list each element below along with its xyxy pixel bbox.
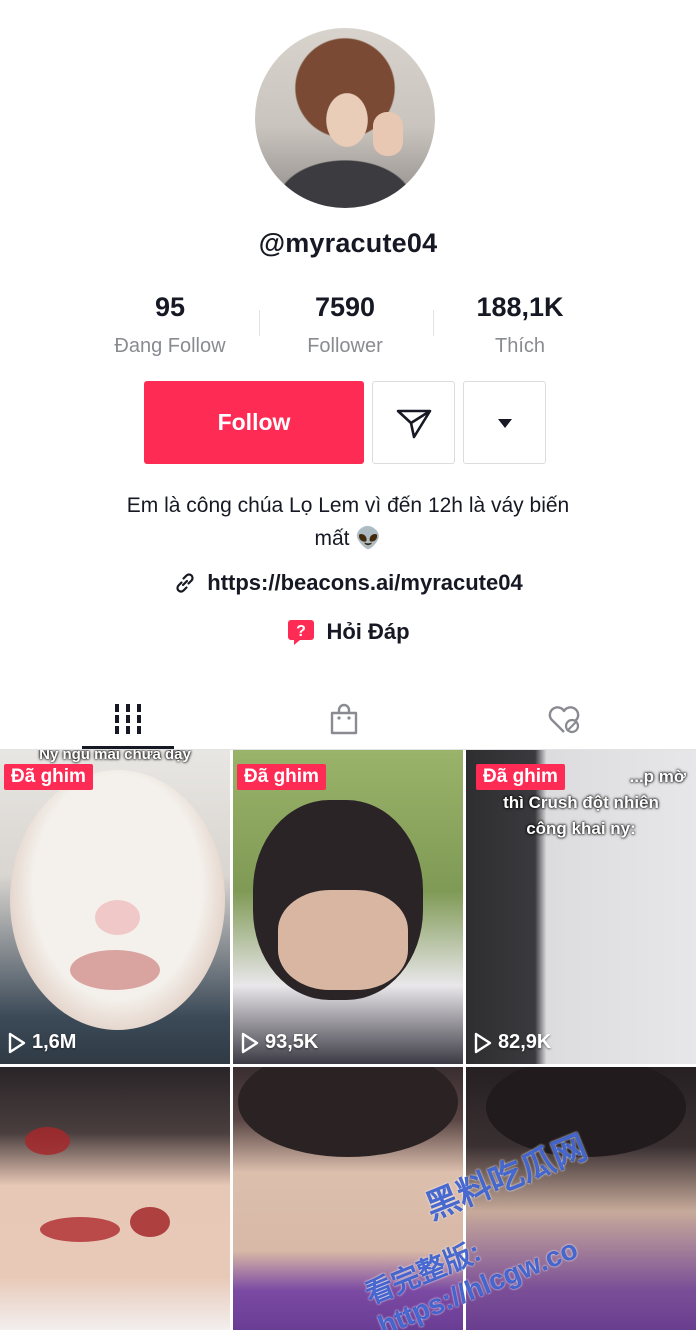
profile-tabs [0,688,696,750]
video-thumbnail[interactable]: Ny ngủ mãi chưa dậy Đã ghim 1,6M [0,750,230,1064]
view-count-value: 1,6M [32,1031,77,1053]
bio-link-text: https://beacons.ai/myracute04 [207,570,523,595]
view-count-value: 82,9K [498,1031,552,1053]
pinned-badge: Đã ghim [237,764,326,790]
video-caption-line: công khai ny: [526,819,636,838]
bio-line: Em là công chúa Lọ Lem vì đến 12h là váy… [126,494,570,517]
stat-followers-label: Follower [307,335,383,357]
avatar-hand [373,112,403,156]
stat-divider [433,310,434,336]
video-caption-line: thì Crush đột nhiên [503,793,659,812]
shopping-bag-icon [330,703,358,735]
link-icon [176,573,194,593]
profile-avatar[interactable] [255,28,435,208]
message-button[interactable] [372,381,455,464]
play-icon [8,1032,26,1053]
bio: Em là công chúa Lọ Lem vì đến 12h là váy… [40,489,656,555]
bio-link[interactable]: https://beacons.ai/myracute04 [0,570,696,596]
view-count: 93,5K [241,1031,318,1054]
thumbnail-hands [278,890,408,990]
thumbnail-mark [25,1127,70,1155]
view-count: 1,6M [8,1031,76,1054]
tab-videos[interactable] [12,688,244,750]
send-icon [396,409,431,438]
view-count-value: 93,5K [265,1031,319,1053]
pinned-badge: Đã ghim [476,764,565,790]
more-options-button[interactable] [463,381,546,464]
view-count: 82,9K [474,1031,551,1054]
stat-following-label: Đang Follow [114,335,226,357]
play-icon [474,1032,492,1053]
stat-divider [259,310,260,336]
bio-line: mất 👽 [314,527,382,550]
thumbnail-hair [238,1067,458,1157]
video-thumbnail[interactable]: ...p mờ thì Crush đột nhiên công khai ny… [466,750,696,1064]
pinned-badge: Đã ghim [4,764,93,790]
qa-button[interactable]: ? Hỏi Đáp [0,618,696,646]
stat-likes-label: Thích [494,335,546,357]
question-icon: ? [288,620,315,645]
thumbnail-lips [70,950,160,990]
stat-following[interactable]: 95 Đang Follow [90,292,250,358]
video-thumbnail[interactable]: Đã ghim 93,5K [233,750,463,1064]
thumbnail-mark [130,1207,170,1237]
thumbnail-mark [40,1217,120,1242]
stat-likes[interactable]: 188,1K Thích [440,292,600,358]
stat-likes-value: 188,1K [476,292,564,322]
stat-following-value: 95 [154,292,186,322]
thumbnail-nose [95,900,140,935]
username: @myracute04 [258,228,438,258]
follow-button[interactable]: Follow [144,381,364,464]
video-thumbnail[interactable] [0,1067,230,1330]
play-icon [241,1032,259,1053]
svg-text:?: ? [297,623,307,640]
liked-hidden-icon [548,706,580,734]
active-tab-indicator [82,746,174,749]
tab-liked[interactable] [448,688,680,750]
caret-down-icon [497,418,512,428]
grid-icon [115,704,141,734]
stat-followers[interactable]: 7590 Follower [265,292,425,358]
stat-followers-value: 7590 [314,292,376,322]
tab-shop[interactable] [228,688,460,750]
qa-label: Hỏi Đáp [326,619,410,644]
